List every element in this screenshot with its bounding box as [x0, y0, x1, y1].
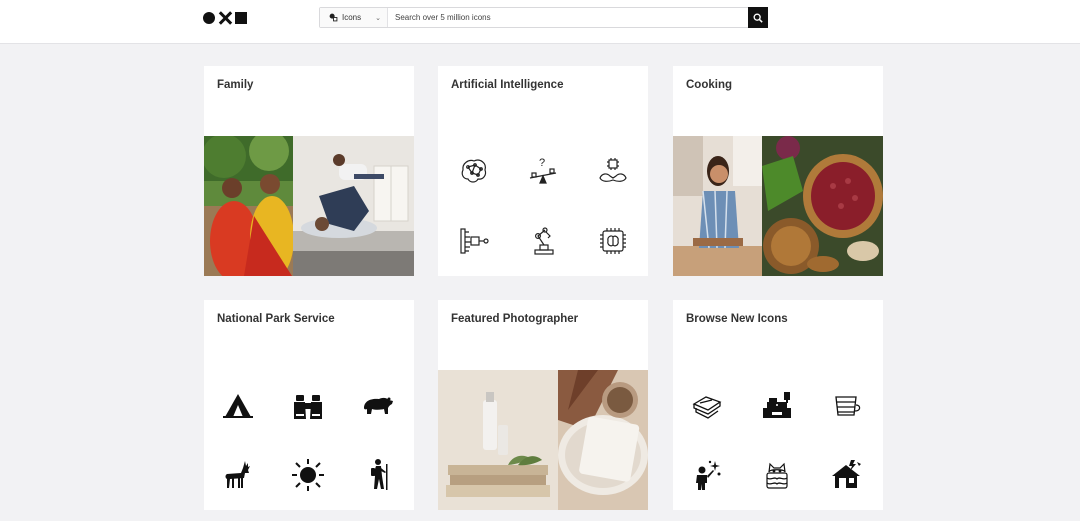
chip-hands-icon[interactable]	[595, 153, 631, 189]
cash-register-icon[interactable]	[759, 387, 795, 423]
cup-stack-icon[interactable]	[829, 387, 865, 423]
cooking-photo	[673, 136, 883, 276]
deer-icon[interactable]	[220, 457, 256, 493]
top-header: Icons ⌄	[0, 0, 1080, 44]
tent-icon[interactable]	[220, 387, 256, 423]
card-title: Cooking	[686, 79, 732, 91]
bear-icon[interactable]	[360, 387, 396, 423]
robot-arm-icon[interactable]	[525, 223, 561, 259]
card-title: Featured Photographer	[451, 313, 579, 325]
chevron-down-icon: ⌄	[375, 14, 381, 22]
card-family[interactable]: Family	[204, 66, 414, 276]
icon-grid: ?	[438, 136, 648, 276]
search-input[interactable]	[388, 8, 748, 27]
svg-text:?: ?	[539, 157, 545, 169]
card-title: National Park Service	[217, 313, 335, 325]
cat-cake-icon[interactable]	[759, 457, 795, 493]
icons-category-icon	[329, 13, 338, 22]
search-icon	[753, 13, 763, 23]
icon-grid	[204, 370, 414, 510]
card-cooking[interactable]: Cooking	[673, 66, 883, 276]
house-storm-icon[interactable]	[829, 457, 865, 493]
card-artificial-intelligence[interactable]: Artificial Intelligence ?	[438, 66, 648, 276]
hiker-icon[interactable]	[360, 457, 396, 493]
x-icon	[218, 11, 232, 25]
family-photo	[204, 136, 414, 276]
binoculars-icon[interactable]	[290, 387, 326, 423]
question-seesaw-icon[interactable]: ?	[525, 153, 561, 189]
card-national-park-service[interactable]: National Park Service	[204, 300, 414, 510]
brain-chip-icon[interactable]	[595, 223, 631, 259]
neural-branch-icon[interactable]	[456, 223, 492, 259]
photographer-photo	[438, 370, 648, 510]
card-browse-new-icons[interactable]: Browse New Icons	[673, 300, 883, 510]
search-button[interactable]	[748, 7, 768, 28]
search-type-dropdown[interactable]: Icons ⌄	[320, 8, 388, 27]
icon-grid	[673, 370, 883, 510]
circle-icon	[203, 11, 215, 24]
card-featured-photographer[interactable]: Featured Photographer	[438, 300, 648, 510]
search-bar: Icons ⌄	[319, 7, 768, 28]
card-title: Artificial Intelligence	[451, 79, 564, 91]
search-type-label: Icons	[342, 13, 362, 22]
person-sparkle-icon[interactable]	[689, 457, 725, 493]
book-hand-icon[interactable]	[689, 387, 725, 423]
logo[interactable]	[203, 10, 247, 25]
card-title: Browse New Icons	[686, 313, 788, 325]
brain-network-icon[interactable]	[456, 153, 492, 189]
sun-icon[interactable]	[290, 457, 326, 493]
card-title: Family	[217, 79, 254, 91]
square-icon	[235, 11, 247, 24]
